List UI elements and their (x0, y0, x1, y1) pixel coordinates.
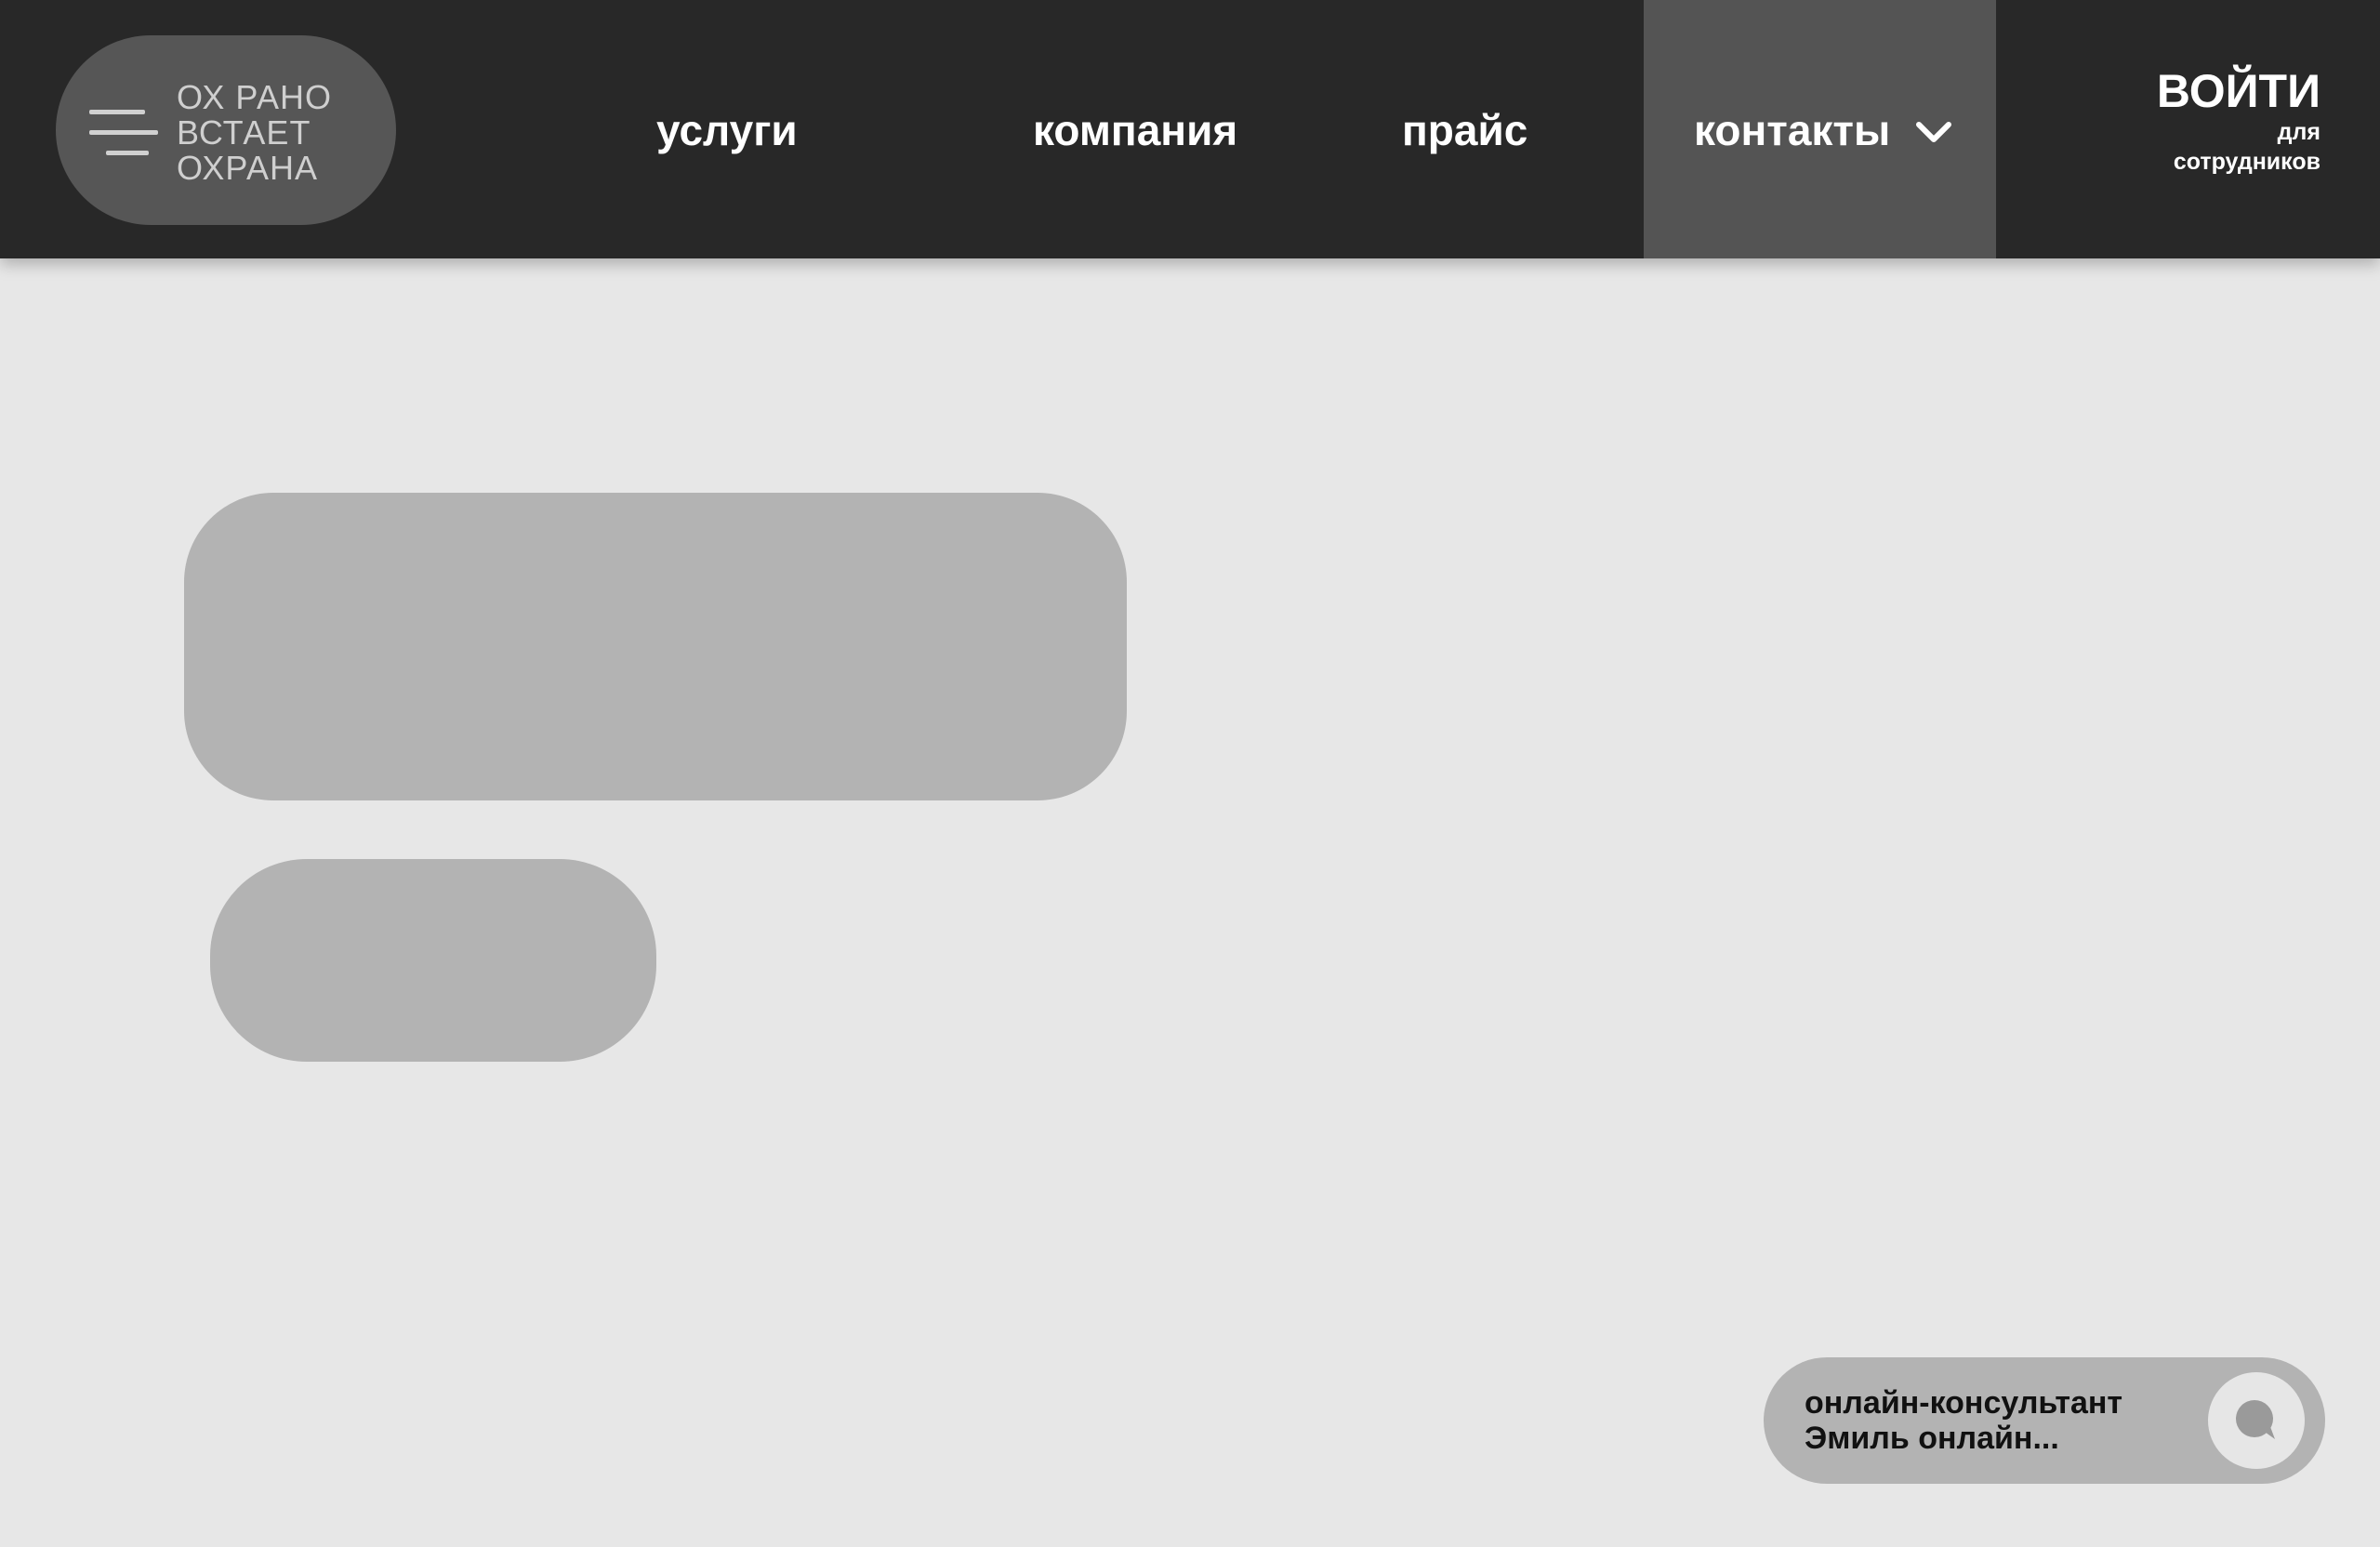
nav-company[interactable]: компания (1033, 104, 1237, 156)
site-header: ОХ РАНО ВСТАЕТ ОХРАНА услуги компания пр… (0, 0, 2380, 258)
login-subtitle-line2: сотрудников (2173, 149, 2320, 175)
logo-menu-button[interactable]: ОХ РАНО ВСТАЕТ ОХРАНА (56, 35, 396, 225)
consultant-text: онлайн-консультант Эмиль онлайн... (1805, 1385, 2122, 1456)
nav-price[interactable]: прайс (1402, 104, 1527, 156)
login-button[interactable]: ВОЙТИ для сотрудников (2157, 65, 2320, 177)
chevron-down-icon (1916, 122, 1951, 142)
chat-open-button[interactable] (2208, 1372, 2305, 1469)
hero-title-placeholder (184, 493, 1127, 800)
hamburger-icon[interactable] (89, 110, 160, 158)
consultant-status: Эмиль онлайн... (1805, 1421, 2059, 1456)
chat-bubble-icon (2236, 1400, 2275, 1439)
consultant-title: онлайн-консультант (1805, 1385, 2123, 1421)
logo-line: ОХРАНА (177, 149, 319, 187)
nav-contacts-label: контакты (1694, 106, 1891, 154)
hero-button-placeholder (210, 859, 656, 1062)
online-consultant-widget[interactable]: онлайн-консультант Эмиль онлайн... (1764, 1357, 2325, 1484)
logo-line: ВСТАЕТ (177, 113, 311, 152)
nav-contacts[interactable]: контакты (1644, 0, 1996, 258)
login-subtitle-line1: для (2277, 119, 2320, 145)
logo-line: ОХ РАНО (177, 78, 333, 116)
nav-services[interactable]: услуги (656, 104, 798, 156)
login-title: ВОЙТИ (2156, 65, 2320, 117)
logo-text: ОХ РАНО ВСТАЕТ ОХРАНА (177, 80, 332, 186)
